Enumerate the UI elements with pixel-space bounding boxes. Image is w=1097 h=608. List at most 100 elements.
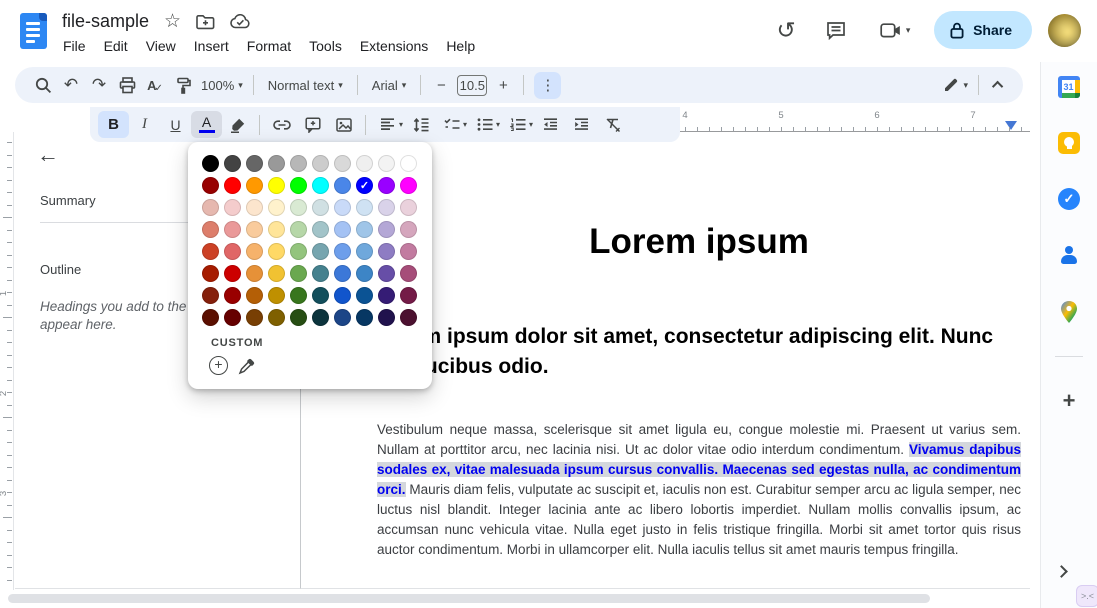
color-swatch[interactable] <box>356 243 373 260</box>
color-swatch[interactable] <box>400 177 417 194</box>
search-menus-button[interactable] <box>29 71 57 99</box>
font-select[interactable]: Arial ▾ <box>364 71 415 99</box>
color-swatch[interactable] <box>290 221 307 238</box>
color-swatch[interactable] <box>312 155 329 172</box>
color-swatch[interactable] <box>224 177 241 194</box>
color-swatch[interactable] <box>202 221 219 238</box>
collapse-toolbar-button[interactable] <box>985 71 1013 99</box>
color-swatch[interactable] <box>378 221 395 238</box>
color-swatch[interactable] <box>202 265 219 282</box>
color-swatch[interactable] <box>334 287 351 304</box>
hide-side-panel-button[interactable] <box>1055 565 1068 578</box>
color-swatch[interactable] <box>268 243 285 260</box>
italic-button[interactable]: I <box>129 111 160 138</box>
color-swatch[interactable] <box>356 309 373 326</box>
color-swatch[interactable] <box>400 155 417 172</box>
checklist-button[interactable] <box>436 111 467 138</box>
color-swatch[interactable] <box>224 287 241 304</box>
font-size-input[interactable]: 10.5 <box>457 75 487 96</box>
horizontal-scrollbar[interactable] <box>8 594 930 603</box>
open-comments-button[interactable] <box>816 10 856 50</box>
color-swatch[interactable] <box>224 155 241 172</box>
menu-edit[interactable]: Edit <box>95 36 137 56</box>
right-indent-marker[interactable] <box>1005 121 1017 130</box>
menu-insert[interactable]: Insert <box>185 36 238 56</box>
color-swatch[interactable] <box>224 199 241 216</box>
editing-mode-button[interactable]: ▾ <box>939 71 972 99</box>
color-swatch[interactable] <box>334 309 351 326</box>
vertical-ruler[interactable]: 123 <box>0 132 14 590</box>
color-swatch[interactable] <box>334 199 351 216</box>
print-button[interactable] <box>113 71 141 99</box>
color-swatch[interactable] <box>290 243 307 260</box>
color-swatch[interactable] <box>378 155 395 172</box>
color-swatch[interactable] <box>312 287 329 304</box>
keep-icon[interactable] <box>1058 132 1080 154</box>
color-swatch[interactable] <box>378 309 395 326</box>
color-swatch[interactable] <box>356 199 373 216</box>
color-swatch[interactable] <box>312 221 329 238</box>
color-swatch[interactable] <box>268 221 285 238</box>
color-swatch[interactable] <box>400 287 417 304</box>
tasks-icon[interactable]: ✓ <box>1058 188 1080 210</box>
contacts-icon[interactable] <box>1058 244 1080 266</box>
paint-format-button[interactable] <box>169 71 197 99</box>
version-history-button[interactable]: ↺ <box>766 10 806 50</box>
more-options-button[interactable]: ⋮ <box>534 72 561 99</box>
color-swatch[interactable] <box>246 287 263 304</box>
color-swatch[interactable] <box>224 309 241 326</box>
color-swatch[interactable] <box>356 221 373 238</box>
star-icon[interactable]: ☆ <box>164 10 181 33</box>
color-swatch[interactable] <box>268 177 285 194</box>
color-swatch[interactable] <box>356 287 373 304</box>
color-swatch[interactable] <box>290 177 307 194</box>
color-swatch[interactable] <box>400 265 417 282</box>
get-addons-button[interactable]: + <box>1063 388 1076 414</box>
align-button[interactable] <box>372 111 403 138</box>
color-swatch[interactable]: ✓ <box>356 177 373 194</box>
line-spacing-button[interactable] <box>405 111 436 138</box>
increase-indent-button[interactable] <box>566 111 597 138</box>
color-swatch[interactable] <box>334 265 351 282</box>
color-swatch[interactable] <box>268 199 285 216</box>
color-swatch[interactable] <box>202 287 219 304</box>
styles-select[interactable]: Normal text ▾ <box>260 71 351 99</box>
zoom-select[interactable]: 100% ▾ <box>197 71 247 99</box>
color-swatch[interactable] <box>268 155 285 172</box>
underline-button[interactable]: U <box>160 111 191 138</box>
color-swatch[interactable] <box>334 177 351 194</box>
color-swatch[interactable] <box>312 265 329 282</box>
color-swatch[interactable] <box>400 309 417 326</box>
color-swatch[interactable] <box>246 309 263 326</box>
color-swatch[interactable] <box>356 155 373 172</box>
color-swatch[interactable] <box>334 243 351 260</box>
add-custom-color-button[interactable]: + <box>209 356 228 375</box>
color-swatch[interactable] <box>268 309 285 326</box>
text-color-button[interactable]: A <box>191 111 222 138</box>
increase-font-size-button[interactable]: + <box>489 71 517 99</box>
color-swatch[interactable] <box>246 199 263 216</box>
color-swatch[interactable] <box>400 221 417 238</box>
spellcheck-button[interactable]: A ✓ <box>141 71 169 99</box>
color-swatch[interactable] <box>224 221 241 238</box>
docs-logo-icon[interactable] <box>20 13 47 49</box>
bulleted-list-button[interactable] <box>469 111 500 138</box>
color-swatch[interactable] <box>378 199 395 216</box>
move-folder-icon[interactable] <box>196 14 215 30</box>
color-swatch[interactable] <box>290 199 307 216</box>
menu-format[interactable]: Format <box>238 36 300 56</box>
calendar-icon[interactable]: 31 <box>1058 76 1080 98</box>
color-swatch[interactable] <box>400 199 417 216</box>
maps-icon[interactable] <box>1059 300 1079 324</box>
color-swatch[interactable] <box>246 177 263 194</box>
redo-button[interactable]: ↷ <box>85 71 113 99</box>
color-swatch[interactable] <box>268 287 285 304</box>
color-swatch[interactable] <box>334 221 351 238</box>
color-swatch[interactable] <box>334 155 351 172</box>
color-swatch[interactable] <box>290 309 307 326</box>
document-title[interactable]: file-sample <box>62 11 149 32</box>
insert-image-button[interactable] <box>328 111 359 138</box>
color-swatch[interactable] <box>246 243 263 260</box>
color-swatch[interactable] <box>202 199 219 216</box>
menu-tools[interactable]: Tools <box>300 36 351 56</box>
